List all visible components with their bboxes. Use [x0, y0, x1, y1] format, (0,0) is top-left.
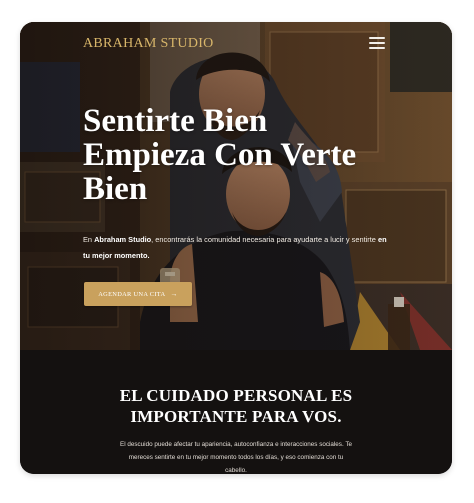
care-title-line-2: IMPORTANTE PARA VOS. [130, 407, 342, 426]
hero-intro-text: En Abraham Studio, encontrarás la comuni… [83, 232, 393, 263]
intro-part-3: , encontrarás la comunidad necesaria par… [151, 235, 378, 244]
intro-studio-name: Abraham Studio [94, 235, 152, 244]
personal-care-section: EL CUIDADO PERSONAL ES IMPORTANTE PARA V… [20, 350, 452, 474]
cta-label: AGENDAR UNA CITA [98, 290, 166, 298]
care-title-line-1: EL CUIDADO PERSONAL ES [119, 386, 353, 405]
hero-section: ABRAHAM STUDIO Sentirte Bien Empieza Con… [20, 22, 452, 350]
care-section-title: EL CUIDADO PERSONAL ES IMPORTANTE PARA V… [86, 385, 386, 427]
phone-screen: ABRAHAM STUDIO Sentirte Bien Empieza Con… [20, 22, 452, 474]
book-appointment-button[interactable]: AGENDAR UNA CITA → [84, 282, 192, 306]
intro-part-1: En [83, 235, 95, 244]
brand-logo[interactable]: ABRAHAM STUDIO [83, 36, 214, 52]
arrow-right-icon: → [170, 290, 178, 298]
care-section-text: El descuido puede afectar tu apariencia,… [120, 441, 352, 474]
headline-line-3: Bien [83, 171, 148, 207]
top-navbar: ABRAHAM STUDIO [20, 22, 452, 68]
headline-line-1: Sentirte Bien [83, 103, 268, 139]
headline-line-2: Empieza Con Verte [83, 137, 357, 173]
hamburger-menu-icon[interactable] [369, 37, 385, 51]
hero-headline: Sentirte Bien Empieza Con Verte Bien [83, 104, 403, 206]
